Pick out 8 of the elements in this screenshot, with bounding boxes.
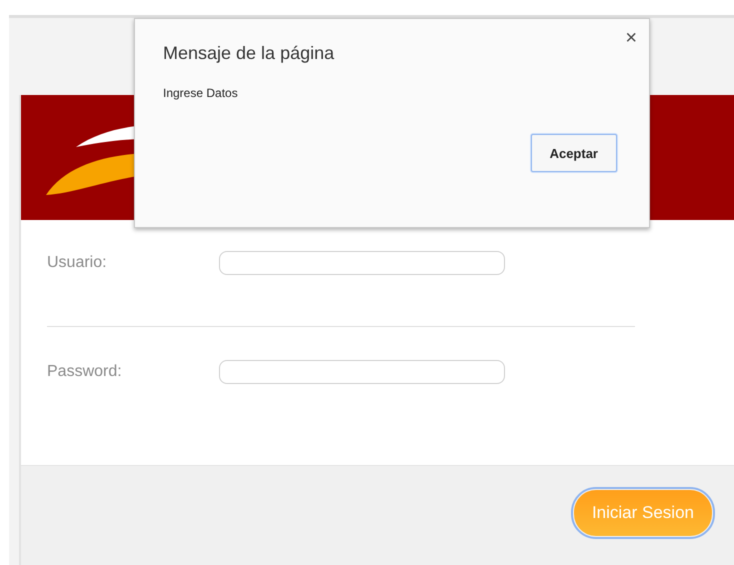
accept-button[interactable]: Aceptar [530,134,617,172]
close-button[interactable]: × [625,27,637,50]
input-field[interactable] [219,360,505,384]
dialog-title: Mensaje de la página [163,43,336,64]
dialog-message: Ingrese Datos [163,86,239,100]
field-label: Password: [47,363,123,381]
field-label: Usuario: [47,254,108,272]
input-field[interactable] [219,251,505,275]
